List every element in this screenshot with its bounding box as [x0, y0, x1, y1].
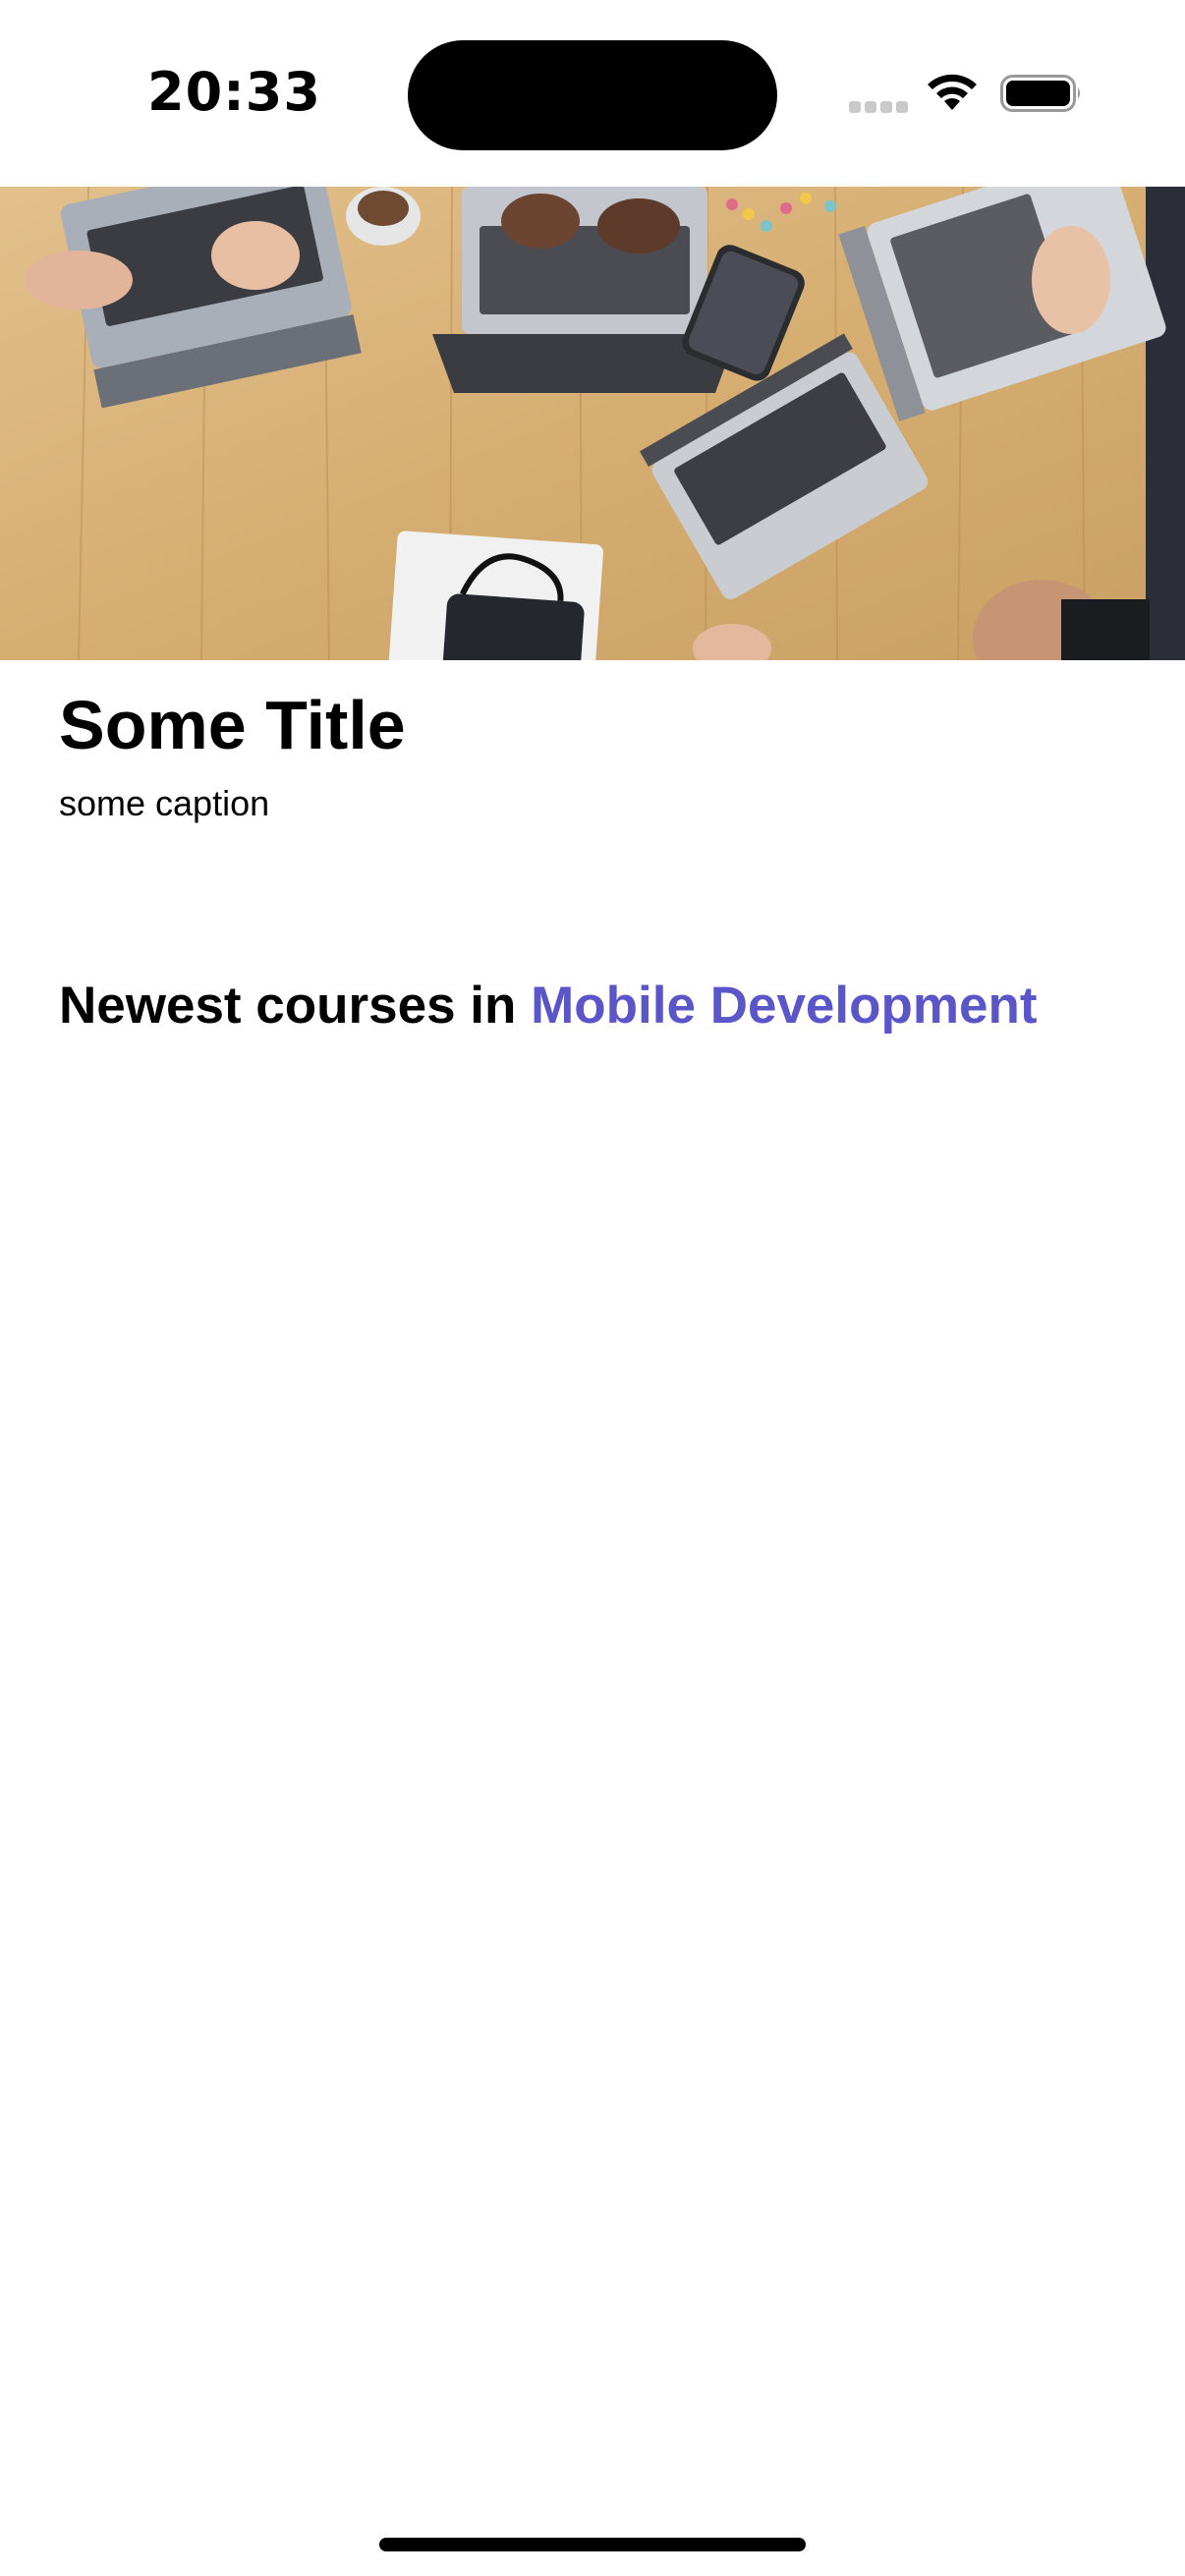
wifi-icon [928, 74, 977, 110]
cellular-signal-icon [849, 101, 908, 114]
section-heading: Newest courses in Mobile Development [59, 976, 1038, 1036]
page-caption: some caption [59, 783, 270, 823]
status-bar: 20:33 [0, 0, 1185, 187]
home-indicator[interactable] [379, 2538, 806, 2551]
page-title: Some Title [59, 687, 406, 763]
section-heading-prefix: Newest courses in [59, 977, 532, 1035]
hero-image [0, 187, 1185, 660]
status-time: 20:33 [147, 61, 321, 123]
section-heading-category[interactable]: Mobile Development [531, 977, 1037, 1035]
battery-icon [1000, 75, 1080, 112]
dynamic-island [408, 40, 777, 150]
